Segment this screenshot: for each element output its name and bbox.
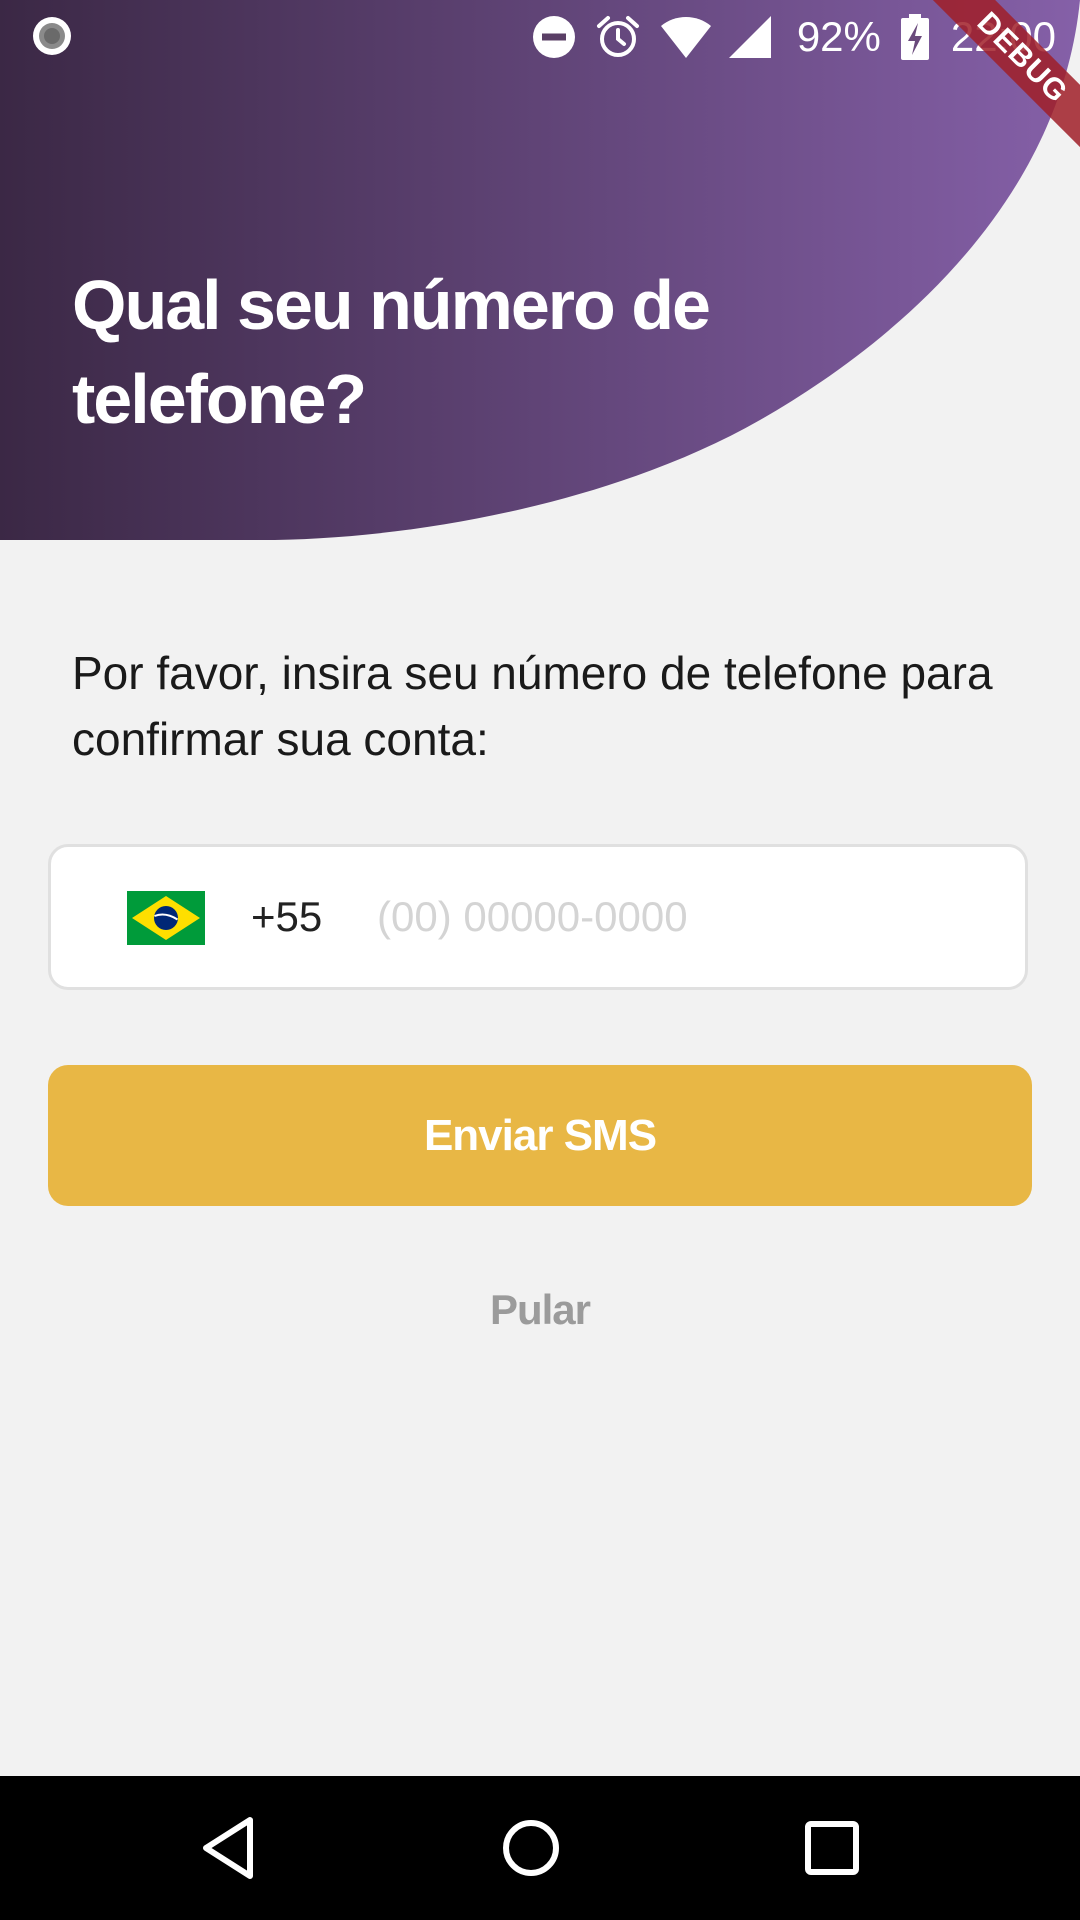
instruction-text: Por favor, insira seu número de telefone… xyxy=(72,647,993,765)
home-icon[interactable] xyxy=(481,1798,581,1898)
signal-icon xyxy=(728,16,771,58)
header: Qual seu número de telefone? xyxy=(0,0,1080,540)
skip-link[interactable]: Pular xyxy=(0,1280,1080,1340)
navigation-bar xyxy=(0,1776,1080,1920)
status-bar: 92% 22:00 xyxy=(0,0,1080,74)
battery-percentage: 92% xyxy=(796,13,881,60)
send-sms-button[interactable]: Enviar SMS xyxy=(48,1065,1032,1206)
page-title: Qual seu número de telefone? xyxy=(72,266,711,438)
alarm-icon xyxy=(596,16,639,57)
phone-input[interactable] xyxy=(377,877,997,957)
back-icon[interactable] xyxy=(180,1798,280,1898)
country-dial-code[interactable]: +55 xyxy=(251,890,322,944)
recents-icon[interactable] xyxy=(782,1798,882,1898)
phone-number-field: +55 xyxy=(48,844,1028,990)
brazil-flag-icon[interactable] xyxy=(127,891,205,945)
wifi-icon xyxy=(660,17,711,58)
battery-charging-icon xyxy=(900,14,929,60)
do-not-disturb-icon xyxy=(532,16,575,58)
screen-record-icon xyxy=(33,17,71,55)
